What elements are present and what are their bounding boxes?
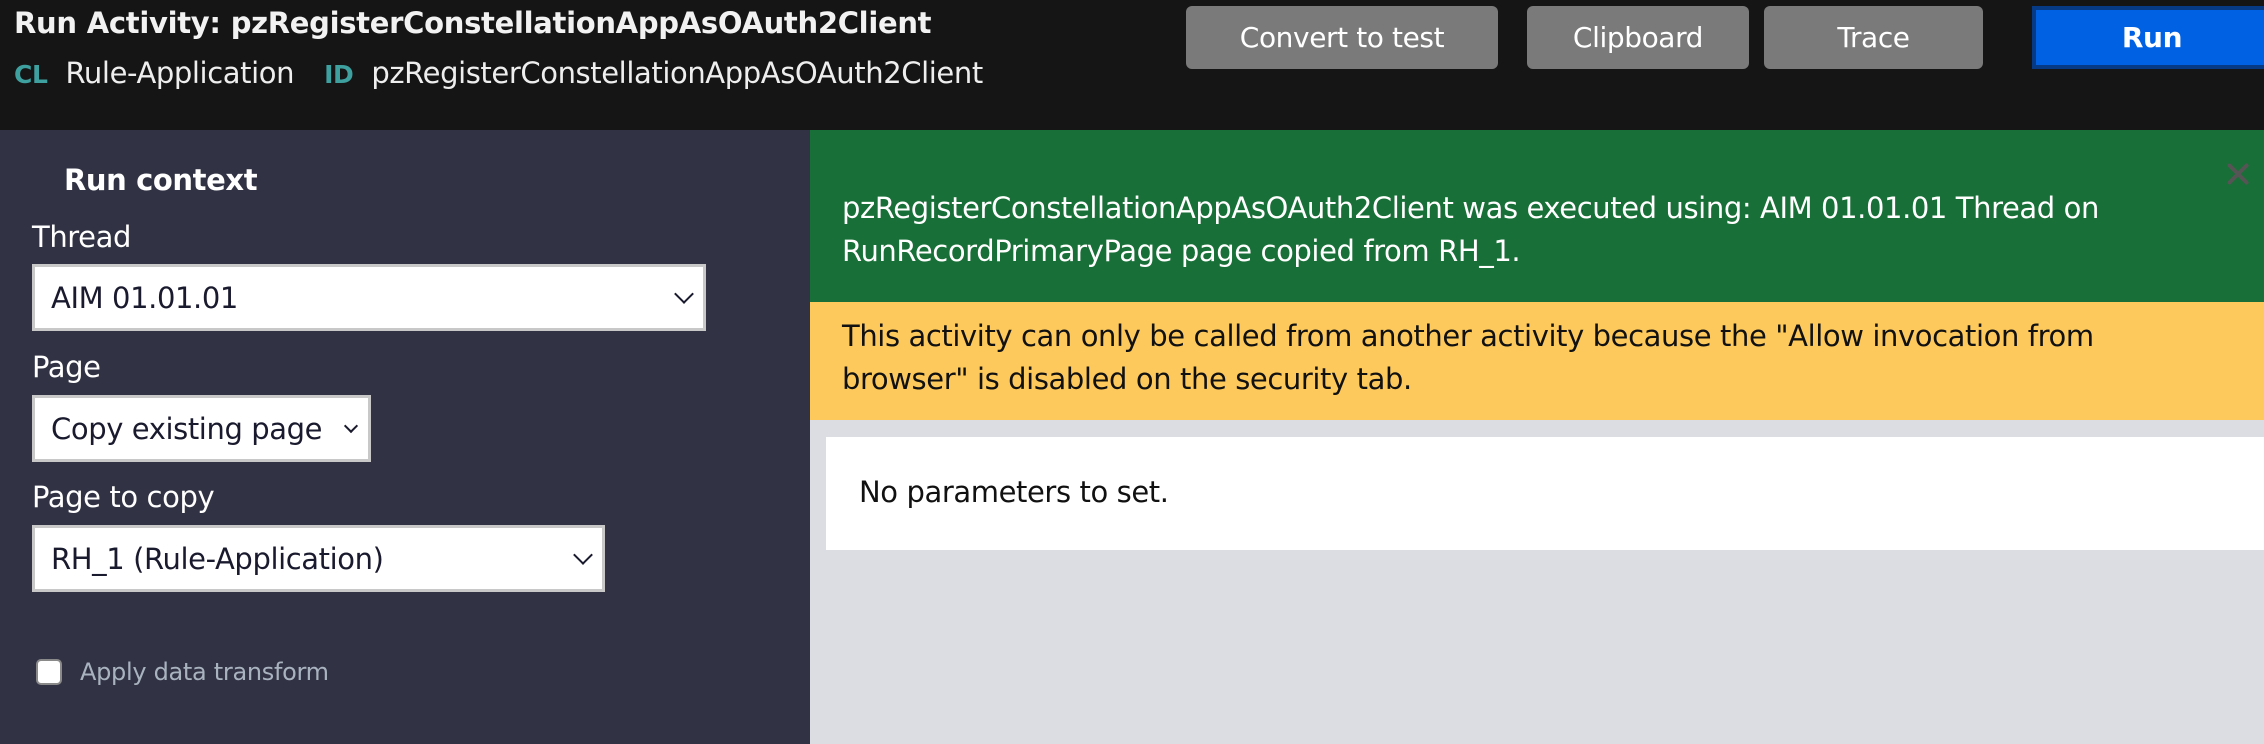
thread-select-value: AIM 01.01.01: [51, 280, 238, 315]
run-button[interactable]: Run: [2032, 6, 2264, 69]
page-select[interactable]: Copy existing page: [32, 395, 371, 462]
page-select-value: Copy existing page: [51, 411, 323, 446]
title-type: Activity:: [86, 6, 221, 40]
run-context-heading: Run context: [64, 163, 258, 197]
class-tag: CL: [14, 60, 48, 89]
parameters-card: No parameters to set.: [826, 437, 2264, 550]
main-content: pzRegisterConstellationAppAsOAuth2Client…: [810, 130, 2264, 744]
warning-message: This activity can only be called from an…: [842, 319, 2094, 396]
chevron-down-icon: [674, 283, 694, 304]
thread-select[interactable]: AIM 01.01.01: [32, 264, 706, 331]
title-rule-name: pzRegisterConstellationAppAsOAuth2Client: [230, 6, 932, 40]
apply-data-transform-row: Apply data transform: [36, 658, 329, 686]
page-title: Run Activity: pzRegisterConstellationAppAs…: [14, 6, 932, 40]
apply-data-transform-label[interactable]: Apply data transform: [80, 658, 329, 686]
success-banner: pzRegisterConstellationAppAsOAuth2Client…: [810, 130, 2264, 302]
success-message: pzRegisterConstellationAppAsOAuth2Client…: [842, 191, 2099, 268]
page-to-copy-select[interactable]: RH_1 (Rule-Application): [32, 525, 605, 592]
trace-button[interactable]: Trace: [1764, 6, 1983, 69]
chevron-down-icon: [573, 544, 593, 565]
chevron-down-icon: [343, 418, 359, 433]
class-value: Rule-Application: [65, 56, 295, 90]
id-tag: ID: [324, 60, 354, 89]
header: Run Activity: pzRegisterConstellationAppAs…: [0, 0, 2264, 130]
clipboard-button[interactable]: Clipboard: [1527, 6, 1749, 69]
no-parameters-message: No parameters to set.: [859, 475, 1169, 509]
page-to-copy-select-value: RH_1 (Rule-Application): [51, 541, 384, 576]
title-prefix: Run: [14, 6, 77, 40]
warning-banner: This activity can only be called from an…: [810, 302, 2264, 420]
run-context-panel: Run context Thread AIM 01.01.01 Page Cop…: [0, 130, 810, 744]
convert-to-test-button[interactable]: Convert to test: [1186, 6, 1498, 69]
id-value: pzRegisterConstellationAppAsOAuth2Client: [371, 56, 983, 90]
page-label: Page: [32, 350, 101, 384]
thread-label: Thread: [32, 220, 132, 254]
rule-meta: CL Rule-Application ID pzRegisterConstellat…: [14, 56, 1013, 90]
close-icon[interactable]: [2224, 160, 2252, 188]
apply-data-transform-checkbox[interactable]: [36, 659, 62, 685]
page-to-copy-label: Page to copy: [32, 480, 215, 514]
